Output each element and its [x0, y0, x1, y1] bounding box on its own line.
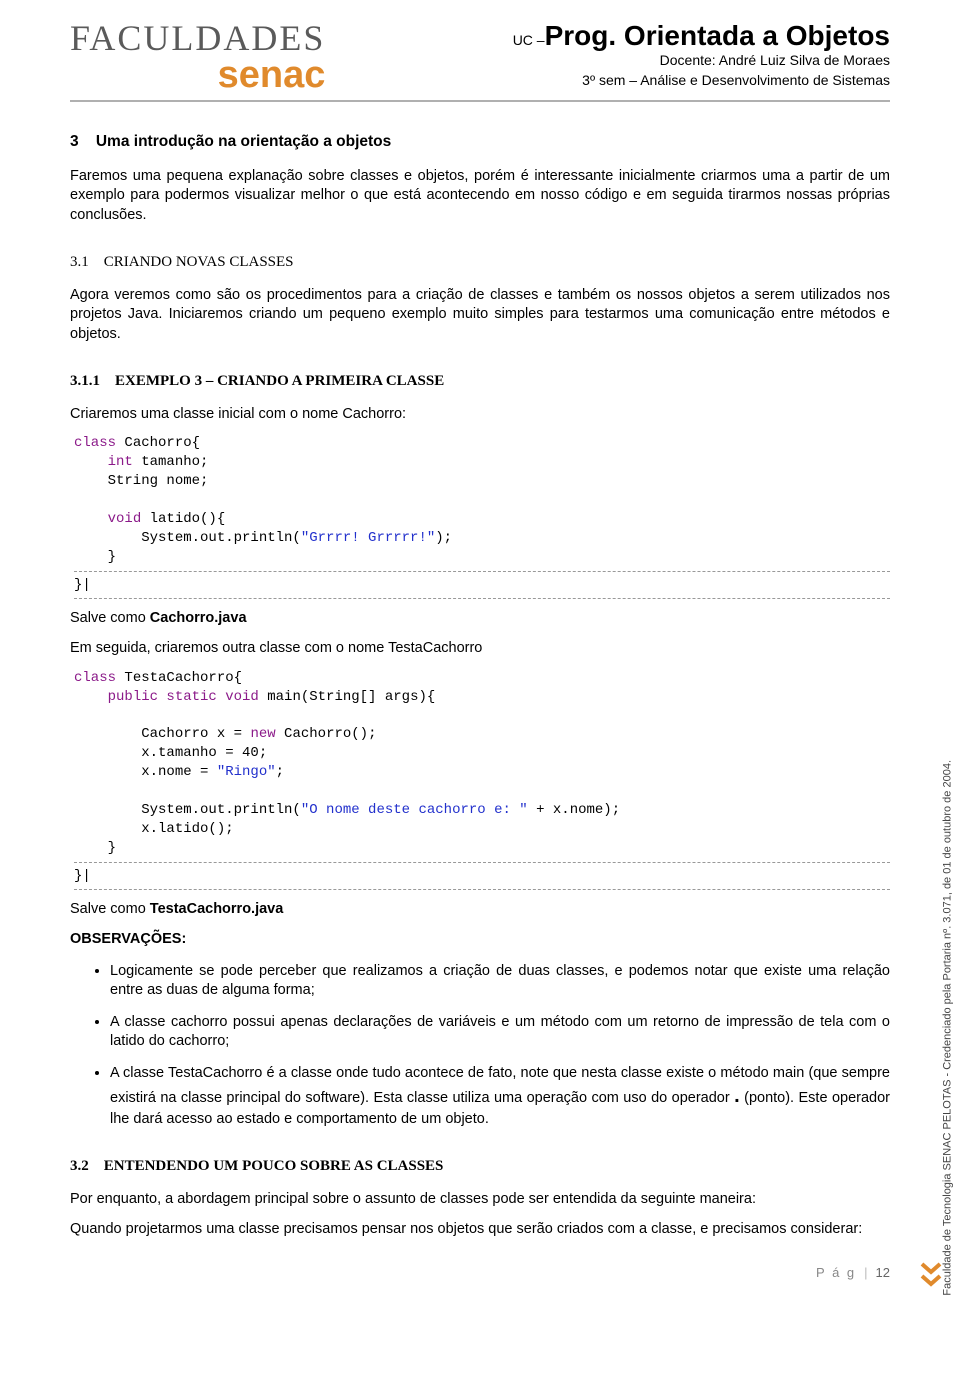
observacoes-heading: OBSERVAÇÕES:	[70, 930, 890, 950]
sidebar-credit: Faculdade de Tecnologia SENAC PELOTAS - …	[942, 760, 954, 1296]
section-3-2-para-2: Quando projetarmos uma classe precisamos…	[70, 1220, 890, 1240]
logo: FACULDADES senac	[70, 20, 325, 94]
section-3-1-1-para-1: Criaremos uma classe inicial com o nome …	[70, 405, 890, 425]
observacoes-list: Logicamente se pode perceber que realiza…	[70, 962, 890, 1130]
create-testa-line: Em seguida, criaremos outra classe com o…	[70, 639, 890, 659]
section-3-1-1-heading: 3.1.1 EXEMPLO 3 – CRIANDO A PRIMEIRA CLA…	[70, 371, 890, 391]
footer-label: P á g	[816, 1265, 856, 1280]
chevron-down-icon	[920, 1262, 942, 1290]
section-3-1-num: 3.1	[70, 254, 89, 270]
logo-bottom-text: senac	[70, 56, 325, 94]
document-body: 3 Uma introdução na orientação a objetos…	[70, 132, 890, 1239]
obs-item-3: A classe TestaCachorro é a classe onde t…	[110, 1064, 890, 1130]
section-3-2-para-1: Por enquanto, a abordagem principal sobr…	[70, 1190, 890, 1210]
semester-line: 3º sem – Análise e Desenvolvimento de Si…	[513, 72, 890, 88]
section-3-title: Uma introdução na orientação a objetos	[96, 133, 391, 150]
footer-page-number: 12	[876, 1265, 890, 1280]
page-header: FACULDADES senac UC –Prog. Orientada a O…	[70, 20, 890, 102]
uc-prefix: UC –	[513, 32, 545, 48]
section-3-para-1: Faremos uma pequena explanação sobre cla…	[70, 167, 890, 226]
section-3-1-para-1: Agora veremos como são os procedimentos …	[70, 286, 890, 345]
obs-item-1: Logicamente se pode perceber que realiza…	[110, 962, 890, 1001]
uc-title: Prog. Orientada a Objetos	[545, 20, 890, 51]
section-3-1-1-num: 3.1.1	[70, 373, 100, 389]
section-3-1-1-title: EXEMPLO 3 – CRIANDO A PRIMEIRA CLASSE	[115, 373, 444, 389]
code-cachorro: class Cachorro{ int tamanho; String nome…	[74, 434, 890, 599]
save-cachorro-file: Cachorro.java	[150, 610, 247, 626]
section-3-1-heading: 3.1 CRIANDO NOVAS CLASSES	[70, 252, 890, 272]
header-right: UC –Prog. Orientada a Objetos Docente: A…	[513, 20, 890, 88]
logo-top-text: FACULDADES	[70, 20, 325, 56]
save-testa-file: TestaCachorro.java	[150, 901, 284, 917]
docente-line: Docente: André Luiz Silva de Moraes	[513, 52, 890, 68]
section-3-num: 3	[70, 133, 79, 150]
section-3-heading: 3 Uma introdução na orientação a objetos	[70, 132, 890, 153]
obs-item-2: A classe cachorro possui apenas declaraç…	[110, 1013, 890, 1052]
section-3-1-title: CRIANDO NOVAS CLASSES	[104, 254, 294, 270]
save-cachorro-line: Salve como Cachorro.java	[70, 609, 890, 629]
section-3-2-heading: 3.2 ENTENDENDO UM POUCO SOBRE AS CLASSES	[70, 1156, 890, 1176]
code-testacachorro: class TestaCachorro{ public static void …	[74, 669, 890, 891]
section-3-2-num: 3.2	[70, 1158, 89, 1174]
footer-separator: |	[864, 1265, 867, 1280]
save-testa-line: Salve como TestaCachorro.java	[70, 900, 890, 920]
section-3-2-title: ENTENDENDO UM POUCO SOBRE AS CLASSES	[104, 1158, 444, 1174]
page-footer: P á g | 12	[70, 1265, 890, 1280]
